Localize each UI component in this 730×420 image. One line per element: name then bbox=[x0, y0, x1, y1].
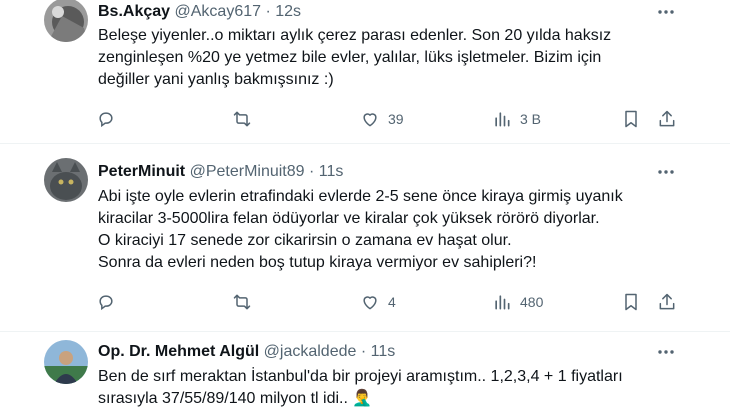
timestamp[interactable]: 11s bbox=[371, 343, 396, 360]
avatar[interactable] bbox=[44, 0, 88, 42]
views-icon bbox=[495, 112, 510, 127]
like-count: 4 bbox=[388, 294, 396, 310]
tweet-2[interactable]: PeterMinuit @PeterMinuit89 · 11s Abi işt… bbox=[0, 152, 730, 332]
author-handle[interactable]: @Akcay617 bbox=[175, 3, 262, 20]
author-name[interactable]: PeterMinuit bbox=[98, 163, 185, 180]
separator-dot: · bbox=[309, 163, 315, 180]
reply-icon bbox=[99, 112, 113, 128]
share-button[interactable] bbox=[657, 291, 677, 313]
author-name[interactable]: Op. Dr. Mehmet Algül bbox=[98, 343, 259, 360]
reply-icon bbox=[99, 295, 113, 311]
author-handle[interactable]: @PeterMinuit89 bbox=[190, 163, 305, 180]
author-handle[interactable]: @jackaldede bbox=[264, 343, 357, 360]
tweet-text-line: sırasıyla 37/55/89/140 milyon tl idi.. 🤦… bbox=[98, 390, 373, 407]
heart-icon bbox=[363, 296, 377, 310]
bookmark-icon bbox=[625, 293, 637, 311]
tweet-text-line: Sonra da evleri neden boş tutup kiraya v… bbox=[98, 254, 537, 271]
tweet-header: Op. Dr. Mehmet Algül @jackaldede · 11s bbox=[98, 342, 395, 362]
tweet-text: Beleşe yiyenler..o miktarı aylık çerez p… bbox=[98, 25, 698, 91]
tweet-actions: 4 480 bbox=[96, 291, 686, 313]
divider bbox=[0, 143, 730, 144]
tweet-3[interactable]: Op. Dr. Mehmet Algül @jackaldede · 11s B… bbox=[0, 332, 730, 420]
avatar[interactable] bbox=[44, 158, 88, 202]
tweet-text-line: Abi işte oyle evlerin etrafindaki evlerd… bbox=[98, 188, 623, 205]
reply-button[interactable] bbox=[96, 291, 116, 313]
heart-icon bbox=[363, 113, 377, 127]
separator-dot: · bbox=[360, 343, 367, 360]
bookmark-icon bbox=[625, 110, 637, 128]
tweet-text: Abi işte oyle evlerin etrafindaki evlerd… bbox=[98, 186, 698, 274]
retweet-button[interactable] bbox=[232, 291, 252, 313]
tweet-text-line: Ben de sırf meraktan İstanbul'da bir pro… bbox=[98, 368, 623, 385]
separator-dot: · bbox=[265, 3, 271, 20]
more-horizontal-icon[interactable] bbox=[656, 162, 676, 182]
like-button[interactable]: 4 bbox=[360, 291, 396, 313]
tweet-text-line: kiracilar 3-5000lira felan ödüyorlar ve … bbox=[98, 210, 600, 227]
tweet-text-line: Beleşe yiyenler..o miktarı aylık çerez p… bbox=[98, 27, 612, 44]
tweet-text: Ben de sırf meraktan İstanbul'da bir pro… bbox=[98, 366, 698, 410]
views-count: 480 bbox=[520, 294, 544, 310]
retweet-button[interactable] bbox=[232, 108, 252, 130]
tweet-header: PeterMinuit @PeterMinuit89 · 11s bbox=[98, 162, 343, 182]
avatar[interactable] bbox=[44, 340, 88, 384]
views-button[interactable]: 480 bbox=[492, 291, 543, 313]
timestamp[interactable]: 11s bbox=[319, 163, 344, 180]
views-button[interactable]: 3 B bbox=[492, 108, 541, 130]
retweet-icon bbox=[233, 294, 251, 310]
author-name[interactable]: Bs.Akçay bbox=[98, 3, 170, 20]
reply-button[interactable] bbox=[96, 108, 116, 130]
tweet-actions: 39 3 B bbox=[96, 108, 686, 130]
tweet-text-line: O kiraciyi 17 senede zor cikarirsin o za… bbox=[98, 232, 512, 249]
more-horizontal-icon[interactable] bbox=[656, 342, 676, 362]
share-button[interactable] bbox=[657, 108, 677, 130]
like-count: 39 bbox=[388, 111, 404, 127]
timestamp[interactable]: 12s bbox=[275, 3, 301, 20]
share-icon bbox=[659, 110, 675, 127]
tweet-text-line: değiller yani yanlış bakmışsınız :) bbox=[98, 71, 334, 88]
share-icon bbox=[659, 293, 675, 310]
tweet-text-line: zenginleşen %20 ye yetmez bile evler, ya… bbox=[98, 49, 602, 66]
views-count: 3 B bbox=[520, 111, 542, 127]
more-horizontal-icon[interactable] bbox=[656, 2, 676, 22]
bookmark-button[interactable] bbox=[621, 108, 641, 130]
tweet-header: Bs.Akçay @Akcay617 · 12s bbox=[98, 2, 301, 22]
retweet-icon bbox=[233, 111, 251, 127]
views-icon bbox=[495, 295, 510, 310]
tweet-1[interactable]: Bs.Akçay @Akcay617 · 12s Beleşe yiyenler… bbox=[0, 0, 730, 152]
like-button[interactable]: 39 bbox=[360, 108, 404, 130]
bookmark-button[interactable] bbox=[621, 291, 641, 313]
